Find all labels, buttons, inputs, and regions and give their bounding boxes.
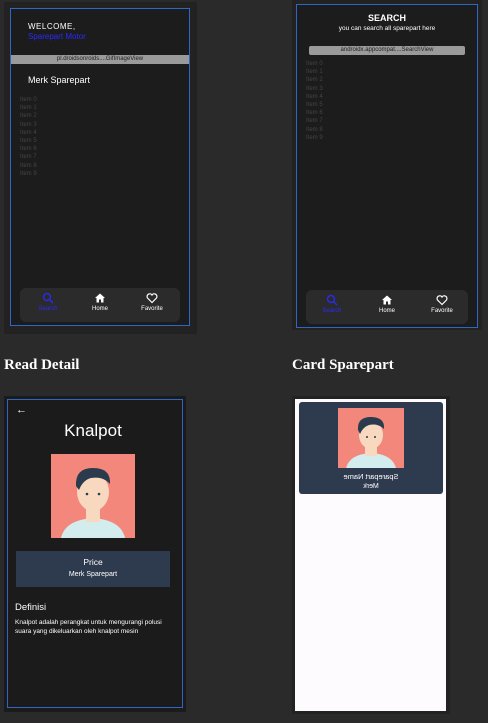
merk-list: Item 0 Item 1 Item 2 Item 3 Item 4 Item … (20, 96, 37, 178)
list-item[interactable]: Item 4 (306, 93, 323, 101)
welcome-text: WELCOME, (28, 22, 76, 31)
list-item[interactable]: Item 2 (20, 112, 37, 120)
list-item[interactable]: Item 8 (20, 162, 37, 170)
sparepart-card[interactable]: Sparepart Name Merk (299, 402, 443, 494)
bottom-navigation: Search Home Favorite (20, 288, 180, 322)
read-detail-caption: Read Detail (4, 357, 80, 373)
gif-image-view-label: pl.droidsonroids....GifImageView (56, 56, 144, 62)
list-item[interactable]: Item 5 (20, 137, 37, 145)
nav-home[interactable]: Home (367, 290, 407, 314)
nav-search[interactable]: Search (312, 290, 352, 314)
back-arrow-icon[interactable]: ← (16, 404, 27, 416)
nav-home[interactable]: Home (80, 288, 120, 312)
list-item[interactable]: Item 3 (306, 85, 323, 93)
list-item[interactable]: Item 5 (306, 101, 323, 109)
nav-favorite-label: Favorite (431, 308, 453, 314)
card-sparepart-caption: Card Sparepart (292, 357, 394, 373)
username-text: Sparepart Motor (28, 32, 86, 41)
sparepart-merk: Merk (363, 483, 379, 490)
detail-title: Knalpot (64, 421, 122, 440)
search-icon (42, 292, 54, 304)
list-item[interactable]: Item 7 (20, 153, 37, 161)
sparepart-image (338, 408, 404, 468)
list-item[interactable]: Item 9 (306, 134, 323, 142)
nav-search-label: Search (38, 306, 58, 312)
price-label: Price (83, 557, 103, 567)
list-item[interactable]: Item 9 (20, 170, 37, 178)
search-icon (326, 294, 338, 306)
bottom-navigation: Search Home Favorite (306, 290, 468, 324)
card-screen: Sparepart Name Merk (292, 396, 450, 714)
list-item[interactable]: Item 2 (306, 76, 323, 84)
avatar-image (51, 454, 135, 538)
search-view-label: androidx.appcompat....SearchView (340, 47, 434, 53)
search-result-list: Item 0 Item 1 Item 2 Item 3 Item 4 Item … (306, 60, 323, 142)
list-item[interactable]: Item 7 (306, 117, 323, 125)
nav-home-label: Home (91, 306, 108, 312)
list-item[interactable]: Item 6 (20, 145, 37, 153)
heart-icon (146, 293, 158, 304)
nav-search[interactable]: Search (28, 288, 68, 312)
list-item[interactable]: Item 6 (306, 109, 323, 117)
search-subtitle: you can search all sparepart here (338, 25, 436, 32)
price-box: Price Merk Sparepart (16, 551, 170, 587)
search-title: SEARCH (367, 13, 406, 23)
list-item[interactable]: Item 1 (306, 68, 323, 76)
sparepart-name: Sparepart Name (343, 472, 399, 481)
home-icon (95, 293, 105, 303)
heart-icon (436, 295, 448, 306)
list-item[interactable]: Item 1 (20, 104, 37, 112)
definisi-title: Definisi (15, 602, 47, 613)
nav-home-label: Home (378, 308, 395, 314)
nav-favorite[interactable]: Favorite (132, 288, 172, 312)
list-item[interactable]: Item 3 (20, 121, 37, 129)
home-screen-content: WELCOME, Sparepart Motor pl.droidsonroid… (10, 8, 190, 326)
list-item[interactable]: Item 0 (20, 96, 37, 104)
list-item[interactable]: Item 4 (20, 129, 37, 137)
merk-title: Merk Sparepart (28, 75, 91, 85)
detail-screen: ← Knalpot Price Merk Sparepart Definisi … (4, 396, 186, 712)
search-screen-content: SEARCH you can search all sparepart here… (296, 4, 478, 328)
home-icon (382, 295, 392, 305)
nav-favorite-label: Favorite (141, 306, 163, 312)
list-item[interactable]: Item 0 (306, 60, 323, 68)
list-item[interactable]: Item 8 (306, 126, 323, 134)
merk-label: Merk Sparepart (68, 571, 118, 578)
nav-favorite[interactable]: Favorite (422, 290, 462, 314)
definisi-text: Knalpot adalah perangkat untuk mengurang… (15, 619, 162, 635)
nav-search-label: Search (322, 308, 342, 314)
